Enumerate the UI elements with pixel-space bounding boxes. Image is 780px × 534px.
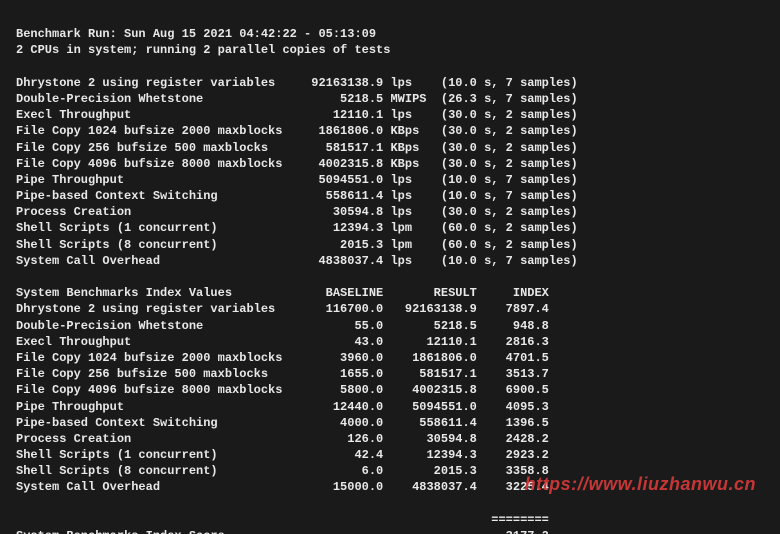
- terminal-output: Benchmark Run: Sun Aug 15 2021 04:42:22 …: [0, 0, 780, 534]
- run-header-line2: 2 CPUs in system; running 2 parallel cop…: [16, 43, 390, 57]
- tests-block: Dhrystone 2 using register variables 921…: [16, 76, 578, 268]
- run-header-line1: Benchmark Run: Sun Aug 15 2021 04:42:22 …: [16, 27, 376, 41]
- index-block: System Benchmarks Index Values BASELINE …: [16, 286, 549, 494]
- total-block: ======== System Benchmarks Index Score 3…: [16, 513, 549, 534]
